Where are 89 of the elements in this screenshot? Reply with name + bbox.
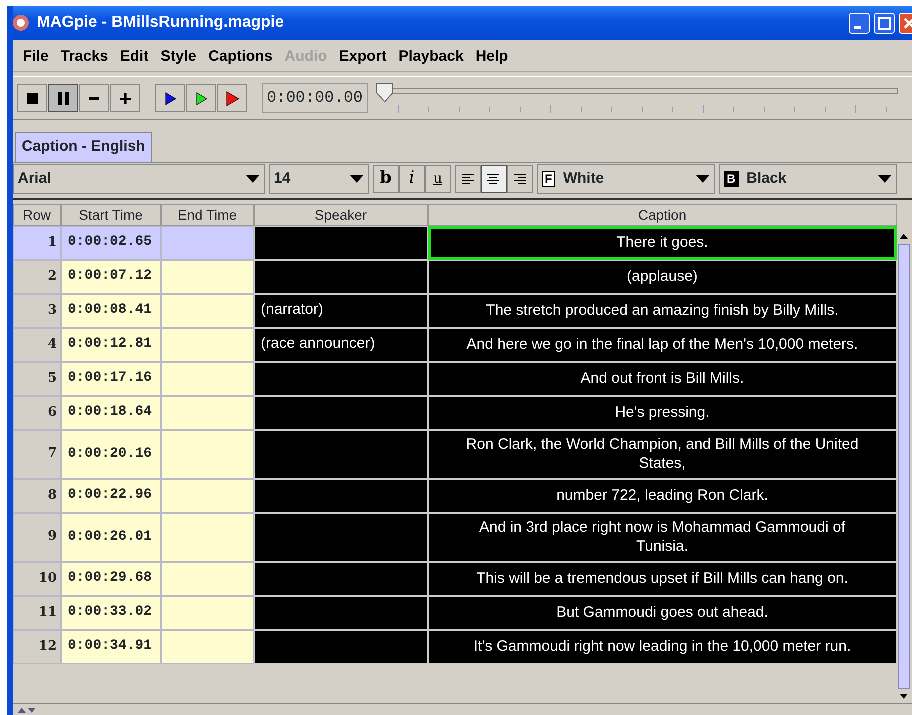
align-center-icon bbox=[487, 172, 501, 186]
time-display: 0:00:00.00 bbox=[262, 83, 368, 113]
column-header[interactable]: Caption bbox=[428, 204, 897, 226]
row-number: 3 bbox=[13, 294, 61, 328]
align-left-button[interactable] bbox=[455, 165, 481, 193]
column-header[interactable]: End Time bbox=[161, 204, 254, 226]
plus-button[interactable] bbox=[110, 84, 140, 112]
table-cell: 0:00:02.65 bbox=[61, 226, 161, 260]
play-icon bbox=[224, 90, 240, 106]
caption-editor[interactable]: There it goes. bbox=[428, 226, 897, 260]
caret-icon bbox=[878, 175, 892, 183]
maximize-icon bbox=[877, 16, 892, 30]
row-number: 9 bbox=[13, 512, 61, 562]
table-cell: 0:00:12.81 bbox=[61, 328, 161, 362]
menu-item[interactable]: Tracks bbox=[54, 46, 114, 69]
table-cell: This will be a tremendous upset if Bill Mills can hang on. bbox=[428, 562, 897, 596]
table-cell: (race announcer) bbox=[254, 328, 428, 362]
background-color-dropdown[interactable]: B Black bbox=[719, 164, 897, 194]
align-right-icon bbox=[513, 172, 527, 186]
row-number: 10 bbox=[13, 562, 61, 596]
table-cell: 0:00:26.01 bbox=[61, 512, 161, 562]
font-dropdown[interactable]: Arial bbox=[13, 164, 265, 194]
table-cell: Ron Clark, the World Champion, and Bill Mills of the United States, bbox=[428, 430, 897, 478]
table-cell: 0:00:08.41 bbox=[61, 294, 161, 328]
minimize-icon bbox=[854, 26, 861, 28]
bold-button[interactable]: b bbox=[373, 165, 399, 193]
menu-item[interactable]: Style bbox=[154, 46, 203, 69]
underline-button[interactable]: u bbox=[425, 165, 451, 193]
table-cell: 0:00:22.96 bbox=[61, 478, 161, 512]
row-number: 12 bbox=[13, 630, 61, 664]
scrollbar-thumb[interactable] bbox=[898, 244, 910, 689]
minus-button[interactable] bbox=[79, 84, 109, 112]
window-title: MAGpie - BMillsRunning.magpie bbox=[37, 13, 284, 33]
tab[interactable]: Caption - English bbox=[15, 132, 152, 162]
minimize-button[interactable] bbox=[849, 12, 870, 34]
menu-item[interactable]: Captions bbox=[202, 46, 279, 69]
table-cell: (narrator) bbox=[254, 294, 428, 328]
table-cell: The stretch produced an amazing finish by Billy Mills. bbox=[428, 294, 897, 328]
row-number: 6 bbox=[13, 396, 61, 430]
table-cell: 0:00:17.16 bbox=[61, 362, 161, 396]
menu-item[interactable]: File bbox=[17, 46, 55, 69]
table-cell: 0:00:07.12 bbox=[61, 260, 161, 294]
play-button[interactable] bbox=[155, 84, 185, 112]
table-cell: And out front is Bill Mills. bbox=[428, 362, 897, 396]
table-cell: number 722, leading Ron Clark. bbox=[428, 478, 897, 512]
caret-icon bbox=[246, 175, 260, 183]
caret-icon bbox=[696, 175, 710, 183]
row-number: 5 bbox=[13, 362, 61, 396]
table-cell: 0:00:34.91 bbox=[61, 630, 161, 664]
column-header[interactable]: Start Time bbox=[61, 204, 161, 226]
row-number: 1 bbox=[13, 226, 61, 260]
align-left-icon bbox=[461, 172, 475, 186]
color-letter: F bbox=[542, 171, 556, 187]
pause-button[interactable] bbox=[48, 84, 78, 112]
table-cell: 0:00:20.16 bbox=[61, 430, 161, 478]
splitter-arrows-icon bbox=[17, 706, 37, 714]
row-number: 7 bbox=[13, 430, 61, 478]
app-icon bbox=[13, 14, 31, 32]
table-cell: (applause) bbox=[428, 260, 897, 294]
caret-icon bbox=[350, 175, 364, 183]
table-cell: He's pressing. bbox=[428, 396, 897, 430]
italic-button[interactable]: i bbox=[399, 165, 425, 193]
table-cell: It's Gammoudi right now leading in the 10,000 meter run. bbox=[428, 630, 897, 664]
maximize-button[interactable] bbox=[874, 12, 895, 34]
play-button[interactable] bbox=[217, 84, 247, 112]
color-letter: B bbox=[724, 171, 739, 187]
stop-button[interactable] bbox=[17, 84, 47, 112]
play-button[interactable] bbox=[186, 84, 216, 112]
text-color-dropdown[interactable]: F White bbox=[537, 164, 715, 194]
align-center-button[interactable] bbox=[481, 165, 507, 193]
column-header[interactable]: Row bbox=[13, 204, 61, 226]
menu-item[interactable]: Playback bbox=[392, 46, 470, 69]
menu-item[interactable]: Export bbox=[333, 46, 393, 69]
minus-icon bbox=[89, 96, 99, 100]
row-number: 8 bbox=[13, 478, 61, 512]
menu-item[interactable]: Edit bbox=[114, 46, 155, 69]
table-cell: And in 3rd place right now is Mohammad Gammoudi of Tunisia. bbox=[428, 512, 897, 562]
row-number: 11 bbox=[13, 596, 61, 630]
row-number: 4 bbox=[13, 328, 61, 362]
size-dropdown[interactable]: 14 bbox=[269, 164, 369, 194]
column-header[interactable]: Speaker bbox=[254, 204, 428, 226]
menu-item[interactable]: Help bbox=[470, 46, 514, 69]
table-cell: 0:00:33.02 bbox=[61, 596, 161, 630]
table-cell: 0:00:29.68 bbox=[61, 562, 161, 596]
align-right-button[interactable] bbox=[507, 165, 533, 193]
table-cell: But Gammoudi goes out ahead. bbox=[428, 596, 897, 630]
row-number: 2 bbox=[13, 260, 61, 294]
table-cell: And here we go in the final lap of the Men's 10,000 meters. bbox=[428, 328, 897, 362]
table-cell: 0:00:18.64 bbox=[61, 396, 161, 430]
